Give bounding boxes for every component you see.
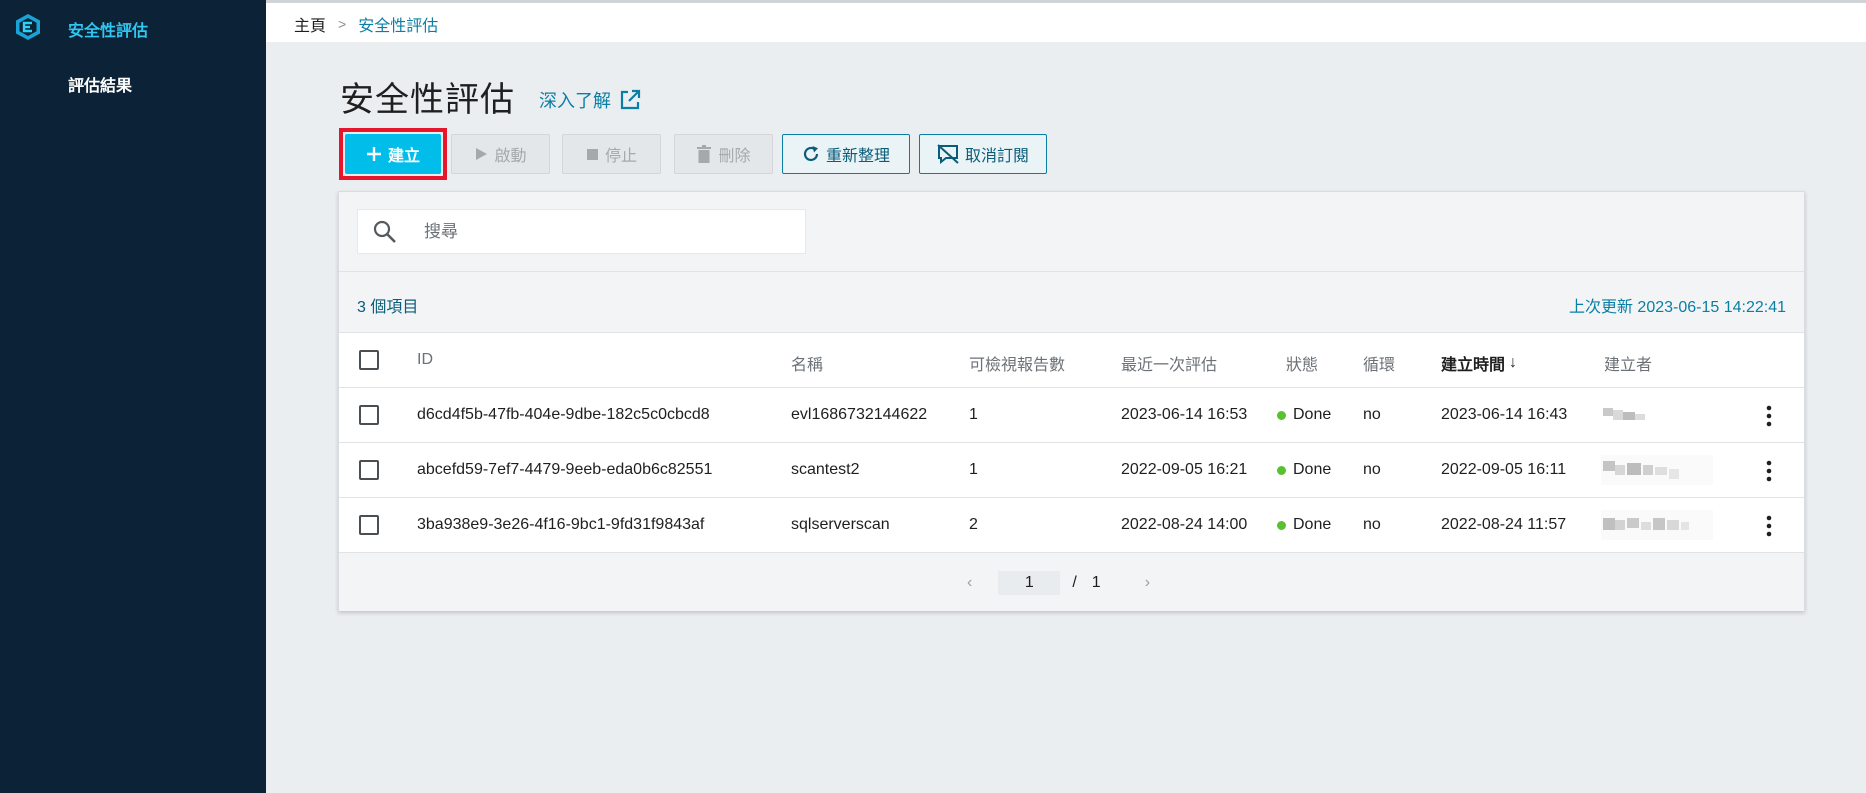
page-total: 1 [1091,574,1101,591]
refresh-button-label: 重新整理 [825,148,890,165]
status-done-dot-icon [1277,410,1286,420]
cell-reports: 1 [969,461,978,478]
row-checkbox[interactable] [359,405,379,425]
column-header-name[interactable]: 名稱 [791,351,823,375]
column-header-last-eval[interactable]: 最近一次評估 [1121,351,1217,375]
learn-more-label: 深入了解 [539,91,611,111]
cell-name: sqlserverscan [791,516,890,533]
column-header-id[interactable]: ID [417,351,433,369]
row-checkbox[interactable] [359,515,379,535]
cell-name: scantest2 [791,461,860,478]
refresh-icon [803,146,819,162]
breadcrumb: 主頁 > 安全性評估 [294,12,438,36]
create-button-label: 建立 [387,148,420,165]
column-header-loop[interactable]: 循環 [1363,351,1395,375]
cell-status: Done [1277,406,1331,424]
trash-icon [697,145,712,163]
row-menu-icon[interactable] [1763,514,1775,538]
cell-id: 3ba938e9-3e26-4f16-9bc1-9fd31f9843af [417,516,705,533]
stop-button-label: 停止 [604,148,637,165]
app-logo-icon [16,14,40,40]
table-row[interactable]: abcefd59-7ef7-4479-9eeb-eda0b6c82551 sca… [339,443,1804,498]
search-box[interactable] [357,209,806,254]
table-row[interactable]: d6cd4f5b-47fb-404e-9dbe-182c5c0cbcd8 evl… [339,388,1804,443]
summary-bar: 3 個項目 上次更新 2023-06-15 14:22:41 [339,272,1804,333]
page-separator: / [1072,574,1077,591]
results-panel: 3 個項目 上次更新 2023-06-15 14:22:41 ID 名稱 可檢視… [338,191,1805,611]
status-done-dot-icon [1277,520,1286,530]
cell-status: Done [1277,516,1331,534]
row-checkbox[interactable] [359,460,379,480]
delete-button[interactable]: 刪除 [674,134,773,174]
cell-last-eval: 2023-06-14 16:53 [1121,406,1248,423]
cell-last-eval: 2022-08-24 14:00 [1121,516,1248,533]
page-title: 安全性評估 [340,81,515,119]
status-done-dot-icon [1277,465,1286,475]
learn-more-link[interactable]: 深入了解 [539,87,641,113]
plus-icon [366,147,381,161]
item-count: 3 個項目 [357,299,419,316]
creator-blurred-avatar [1601,510,1713,540]
refresh-button[interactable]: 重新整理 [782,134,910,174]
table-row[interactable]: 3ba938e9-3e26-4f16-9bc1-9fd31f9843af sql… [339,498,1804,553]
cell-loop: no [1363,516,1381,533]
cell-reports: 2 [969,516,978,533]
breadcrumb-separator: > [338,16,347,32]
sort-descending-icon: ↓ [1509,354,1518,371]
prev-page-icon[interactable]: ‹ [967,574,972,592]
column-header-creator[interactable]: 建立者 [1604,351,1652,375]
play-icon [476,148,488,160]
cell-created-at: 2023-06-14 16:43 [1441,406,1568,423]
cell-reports: 1 [969,406,978,423]
cell-created-at: 2022-08-24 11:57 [1441,516,1567,533]
page-number-input[interactable]: 1 [998,571,1061,595]
sidebar-app-title[interactable]: 安全性評估 [68,17,148,41]
next-page-icon[interactable]: › [1145,574,1150,592]
status-label: Done [1293,516,1332,533]
start-button-label: 啟動 [494,148,527,165]
breadcrumb-current: 安全性評估 [358,18,439,35]
search-area [339,192,1804,272]
cell-created-at: 2022-09-05 16:11 [1441,461,1567,478]
unsubscribe-icon [937,144,959,164]
cell-last-eval: 2022-09-05 16:21 [1121,461,1248,478]
cell-loop: no [1363,406,1381,423]
create-button[interactable]: 建立 [345,134,441,174]
breadcrumb-bar: 主頁 > 安全性評估 [266,0,1866,42]
column-header-created-at[interactable]: 建立時間 ↓ [1441,351,1517,375]
status-label: Done [1293,461,1332,478]
cell-id: abcefd59-7ef7-4479-9eeb-eda0b6c82551 [417,461,713,478]
table-header: ID 名稱 可檢視報告數 最近一次評估 狀態 循環 建立時間 ↓ 建立者 [339,333,1804,388]
row-menu-icon[interactable] [1763,459,1775,483]
column-header-reports[interactable]: 可檢視報告數 [969,351,1065,375]
column-header-status[interactable]: 狀態 [1286,351,1318,375]
cell-status: Done [1277,461,1331,479]
status-label: Done [1293,406,1332,423]
start-button[interactable]: 啟動 [451,134,550,174]
stop-icon [586,148,598,160]
breadcrumb-home[interactable]: 主頁 [294,12,326,36]
cell-loop: no [1363,461,1381,478]
cell-name: evl1686732144622 [791,406,928,423]
sidebar-item-results[interactable]: 評估結果 [68,72,132,96]
pagination: ‹ 1 / 1 › [967,571,1150,595]
pagination-bar: ‹ 1 / 1 › [339,553,1804,611]
unsubscribe-button-label: 取消訂閱 [964,148,1029,165]
sidebar-header[interactable]: 安全性評估 [0,0,266,54]
search-input[interactable] [424,221,784,242]
column-header-created-at-label: 建立時間 [1441,357,1506,374]
select-all-checkbox[interactable] [359,350,379,370]
row-menu-icon[interactable] [1763,404,1775,428]
creator-blurred-avatar [1603,408,1645,420]
stop-button[interactable]: 停止 [562,134,661,174]
unsubscribe-button[interactable]: 取消訂閱 [919,134,1047,174]
cell-id: d6cd4f5b-47fb-404e-9dbe-182c5c0cbcd8 [417,406,710,423]
sidebar: 安全性評估 評估結果 [0,0,266,793]
external-link-icon [620,89,641,110]
search-icon [373,220,396,243]
last-updated: 上次更新 2023-06-15 14:22:41 [1568,299,1786,316]
delete-button-label: 刪除 [718,148,751,165]
creator-blurred-avatar [1601,455,1713,485]
